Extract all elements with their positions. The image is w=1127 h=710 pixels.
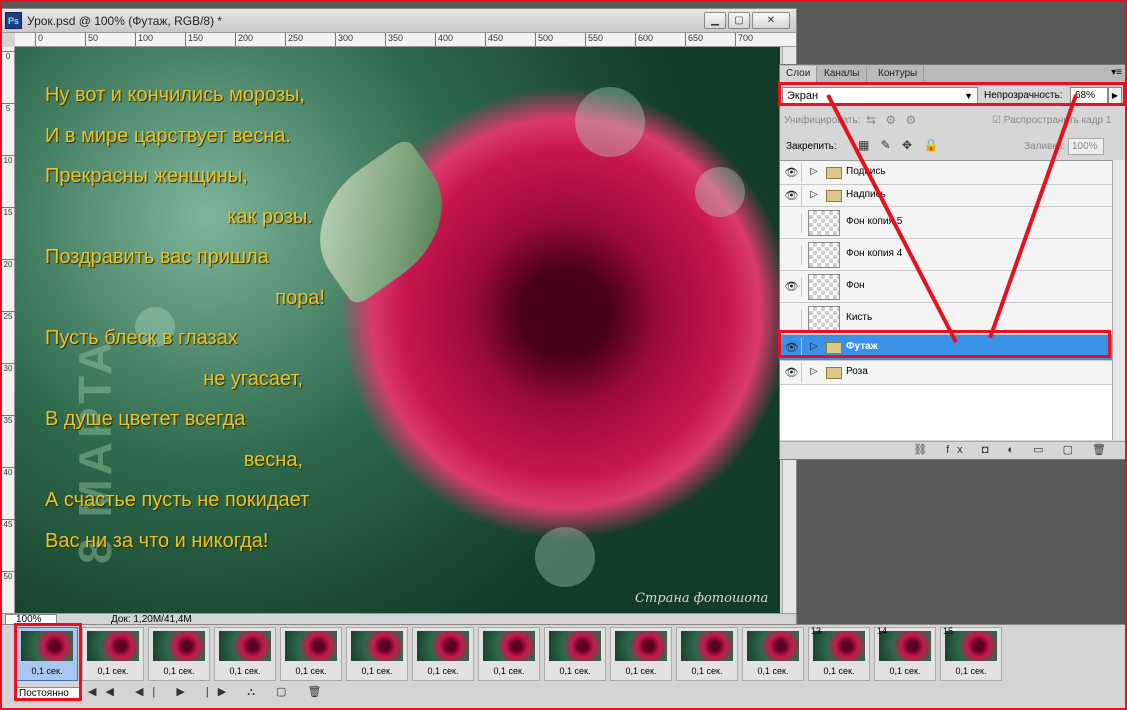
arrow-line	[826, 94, 958, 343]
photoshop-workspace: Ps Урок.psd @ 100% (Футаж, RGB/8) * ▁ ▢ …	[0, 0, 1127, 710]
arrow-line	[988, 94, 1078, 339]
annotation-arrows	[826, 94, 1078, 343]
